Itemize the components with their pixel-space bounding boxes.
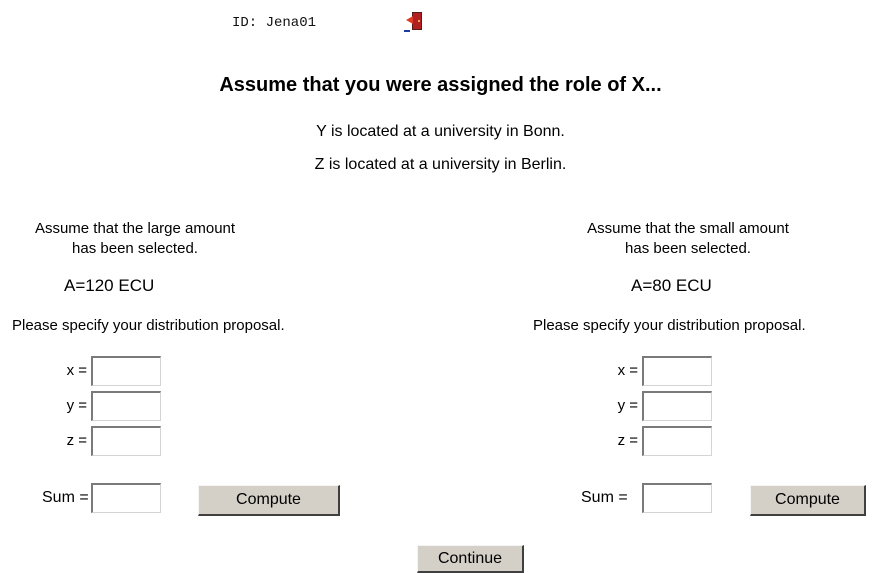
right-sum-label: Sum = [581, 489, 628, 506]
left-z-label: z = [66, 432, 87, 449]
left-sum-label: Sum = [42, 489, 89, 506]
right-assume-line1: Assume that the small amount [587, 220, 789, 237]
right-compute-button[interactable]: Compute [750, 485, 866, 516]
participant-id: ID: Jena01 [232, 15, 317, 31]
left-assume-line2: has been selected. [72, 240, 198, 257]
right-sum-field[interactable] [642, 483, 712, 513]
exit-door-icon[interactable] [402, 10, 428, 34]
left-x-label: x = [66, 362, 87, 379]
left-x-input[interactable] [91, 356, 161, 386]
right-x-input[interactable] [642, 356, 712, 386]
continue-button[interactable]: Continue [417, 545, 524, 573]
left-y-label: y = [66, 397, 87, 414]
page-title: Assume that you were assigned the role o… [219, 74, 662, 96]
right-assume-text: Assume that the small amount has been se… [548, 219, 828, 259]
left-z-input[interactable] [91, 426, 161, 456]
right-y-input[interactable] [642, 391, 712, 421]
left-assume-text: Assume that the large amount has been se… [0, 219, 270, 259]
info-line-z: Z is located at a university in Berlin. [314, 156, 567, 173]
info-line-y: Y is located at a university in Bonn. [316, 123, 565, 140]
left-assume-line1: Assume that the large amount [34, 220, 236, 237]
left-sum-field[interactable] [91, 483, 161, 513]
right-z-input[interactable] [642, 426, 712, 456]
right-prompt: Please specify your distribution proposa… [533, 317, 806, 334]
right-z-label: z = [617, 432, 638, 449]
right-y-label: y = [617, 397, 638, 414]
left-amount: A=120 ECU [64, 276, 155, 295]
right-amount: A=80 ECU [631, 276, 712, 295]
right-assume-line2: has been selected. [625, 240, 751, 257]
left-y-input[interactable] [91, 391, 161, 421]
left-prompt: Please specify your distribution proposa… [12, 317, 285, 334]
right-x-label: x = [617, 362, 638, 379]
left-compute-button[interactable]: Compute [198, 485, 340, 516]
